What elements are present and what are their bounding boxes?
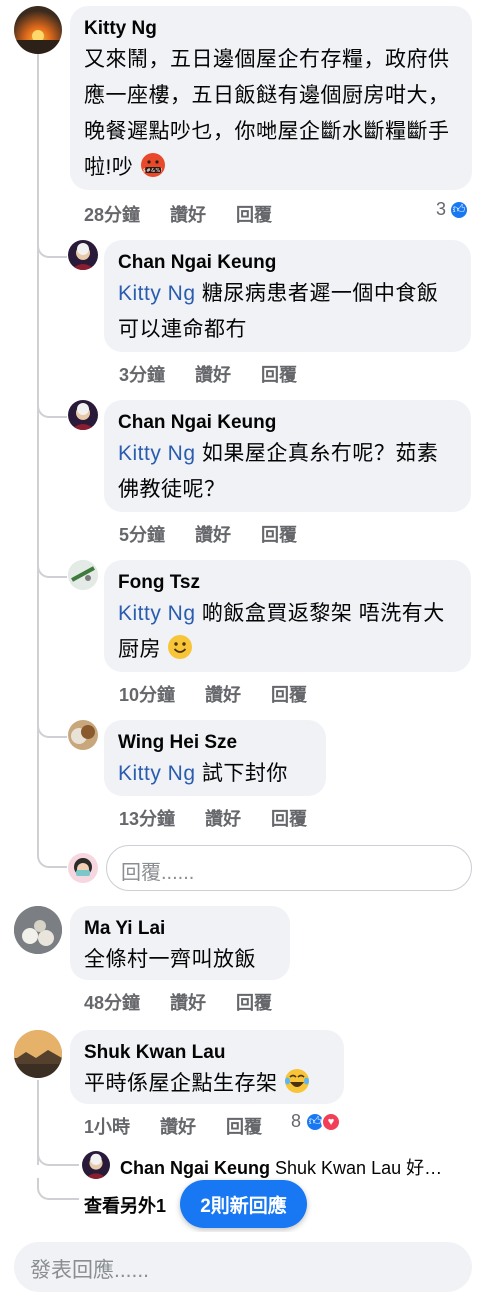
avatar[interactable]: [68, 560, 98, 590]
reply-button[interactable]: 回覆: [271, 681, 307, 707]
comment-text: Kitty Ng 啲飯盒買返黎架 唔洗有大厨房: [118, 596, 457, 672]
comment-actions: 1小時 讚好 回覆: [84, 1113, 292, 1139]
comment-composer-bar: 發表回應......: [0, 1232, 486, 1301]
reaction-summary[interactable]: 3 👍︎: [436, 199, 470, 220]
comment-actions: 28分鐘 讚好 回覆: [84, 201, 302, 227]
comment-bubble: Ma Yi Lai 全條村一齊叫放飯: [70, 906, 290, 980]
thread-connector: [37, 716, 67, 738]
avatar[interactable]: [68, 400, 98, 430]
love-icon: ♥: [321, 1111, 342, 1132]
tears-of-joy-emoji: [284, 1068, 310, 1106]
like-icon: 👍︎: [449, 199, 470, 220]
comment-body: 試下封你: [195, 762, 288, 785]
comment-author[interactable]: Chan Ngai Keung: [118, 250, 457, 276]
comment-author[interactable]: Chan Ngai Keung: [118, 410, 457, 436]
comment-text: Kitty Ng 如果屋企真糸冇呢？茹素佛教徒呢？: [118, 436, 457, 508]
reply-button[interactable]: 回覆: [261, 521, 297, 547]
comment-author[interactable]: Wing Hei Sze: [118, 730, 312, 756]
reply-preview-text: Shuk Kwan Lau 好…: [270, 1158, 443, 1178]
comment-bubble: Chan Ngai Keung Kitty Ng 糖尿病患者遲一個中食飯可以連命…: [104, 240, 471, 352]
thread-connector: [37, 1178, 79, 1200]
comment-author[interactable]: Kitty Ng: [84, 16, 458, 42]
comment-time: 10分鐘: [119, 685, 176, 705]
comment-actions: 5分鐘 讚好 回覆: [119, 521, 327, 547]
comment-bubble: Chan Ngai Keung Kitty Ng 如果屋企真糸冇呢？茹素佛教徒呢…: [104, 400, 471, 512]
reply-input[interactable]: 回覆......: [106, 845, 472, 891]
comment-actions: 3分鐘 讚好 回覆: [119, 361, 327, 387]
reply-button[interactable]: 回覆: [236, 989, 272, 1015]
mention-link[interactable]: Kitty Ng: [118, 442, 196, 465]
reaction-count: 3: [436, 199, 447, 219]
comment-author[interactable]: Fong Tsz: [118, 570, 457, 596]
comment-text: Kitty Ng 糖尿病患者遲一個中食飯可以連命都冇: [118, 276, 457, 348]
reply-button[interactable]: 回覆: [271, 805, 307, 831]
thread-connector: [37, 1144, 79, 1166]
thread-connector: [37, 396, 67, 418]
mention-link[interactable]: Kitty Ng: [118, 602, 196, 625]
comment-text: 又來鬧，五日邊個屋企冇存糧，政府供應一座樓，五日飯餸有邊個厨房咁大，晚餐遲點吵乜…: [84, 42, 458, 190]
thread-connector: [37, 236, 67, 258]
smile-emoji: [167, 634, 193, 672]
comment-actions: 48分鐘 讚好 回覆: [84, 989, 302, 1015]
comment-bubble: Fong Tsz Kitty Ng 啲飯盒買返黎架 唔洗有大厨房: [104, 560, 471, 672]
comment-time: 3分鐘: [119, 365, 166, 385]
comment-input[interactable]: 發表回應......: [14, 1242, 472, 1292]
comment-body: 全條村一齊叫放飯: [84, 948, 256, 971]
reply-button[interactable]: 回覆: [261, 361, 297, 387]
comment-bubble: Shuk Kwan Lau 平時係屋企點生存架: [70, 1030, 344, 1104]
like-button[interactable]: 讚好: [160, 1113, 196, 1139]
current-user-avatar: [68, 853, 98, 883]
avatar[interactable]: [82, 1151, 110, 1179]
avatar[interactable]: [68, 240, 98, 270]
reply-button[interactable]: 回覆: [236, 201, 272, 227]
comment-actions: 10分鐘 讚好 回覆: [119, 681, 337, 707]
comment-time: 1小時: [84, 1117, 131, 1137]
reaction-summary[interactable]: 8 👍︎ ♥: [291, 1111, 342, 1132]
collapsed-reply-preview[interactable]: Chan Ngai Keung Shuk Kwan Lau 好…: [120, 1154, 470, 1180]
comment-author[interactable]: Shuk Kwan Lau: [84, 1040, 330, 1066]
avatar[interactable]: [14, 1030, 62, 1078]
avatar[interactable]: [68, 720, 98, 750]
avatar[interactable]: [14, 6, 62, 54]
comment-time: 48分鐘: [84, 993, 141, 1013]
comment-time: 5分鐘: [119, 525, 166, 545]
like-button[interactable]: 讚好: [170, 989, 206, 1015]
like-button[interactable]: 讚好: [205, 681, 241, 707]
avatar[interactable]: [14, 906, 62, 954]
reply-author: Chan Ngai Keung: [120, 1158, 271, 1178]
comment-actions: 13分鐘 讚好 回覆: [119, 805, 337, 831]
like-button[interactable]: 讚好: [195, 521, 231, 547]
like-button[interactable]: 讚好: [170, 201, 206, 227]
new-replies-button[interactable]: 2則新回應: [180, 1180, 307, 1228]
comment-time: 28分鐘: [84, 205, 141, 225]
svg-text:$#&%!: $#&%!: [142, 168, 163, 174]
comment-text: 全條村一齊叫放飯: [84, 942, 276, 978]
comment-author[interactable]: Ma Yi Lai: [84, 916, 276, 942]
angry-cursing-emoji: $#&%!: [140, 152, 166, 190]
comment-time: 13分鐘: [119, 809, 176, 829]
comment-bubble: Wing Hei Sze Kitty Ng 試下封你: [104, 720, 326, 796]
thread-connector: [37, 846, 67, 868]
comment-body: 平時係屋企點生存架: [84, 1072, 278, 1095]
comment-text: Kitty Ng 試下封你: [118, 756, 312, 792]
reply-button[interactable]: 回覆: [226, 1113, 262, 1139]
like-button[interactable]: 讚好: [205, 805, 241, 831]
comment-text: 平時係屋企點生存架: [84, 1066, 330, 1106]
thread-connector: [37, 556, 67, 578]
view-more-replies-link[interactable]: 查看另外1: [84, 1192, 166, 1218]
mention-link[interactable]: Kitty Ng: [118, 762, 196, 785]
reaction-count: 8: [291, 1111, 302, 1131]
comment-bubble: Kitty Ng 又來鬧，五日邊個屋企冇存糧，政府供應一座樓，五日飯餸有邊個厨房…: [70, 6, 472, 190]
mention-link[interactable]: Kitty Ng: [118, 282, 196, 305]
like-button[interactable]: 讚好: [195, 361, 231, 387]
